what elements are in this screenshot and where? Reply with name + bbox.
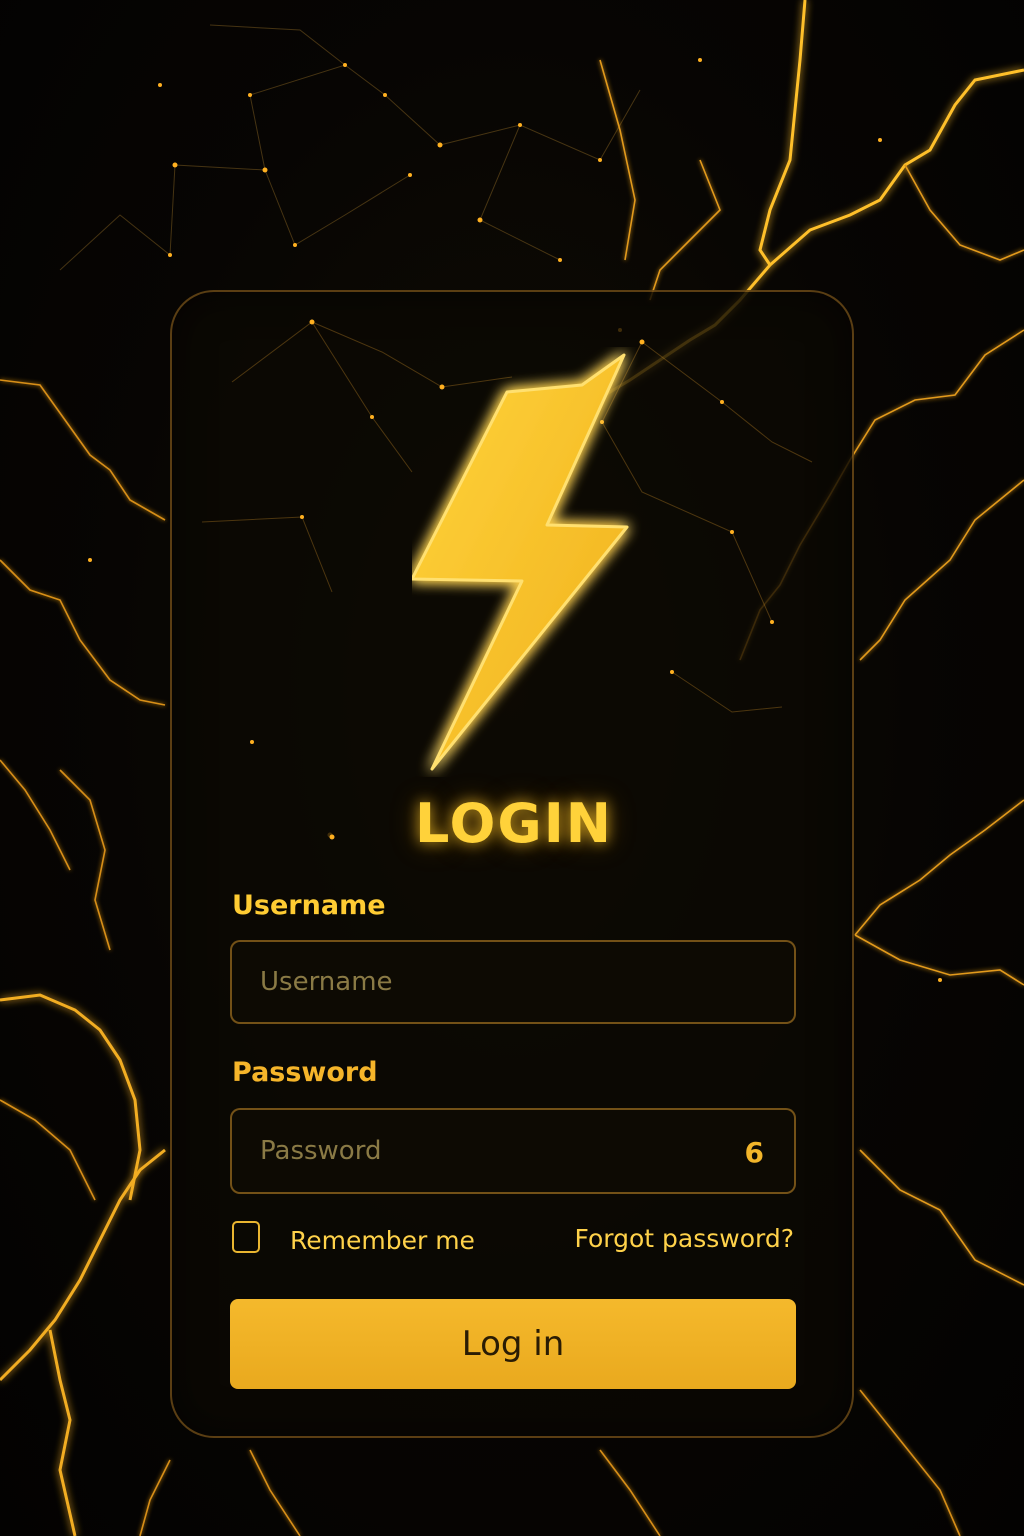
username-field[interactable]	[230, 940, 796, 1024]
remember-me-label[interactable]: Remember me	[290, 1226, 475, 1255]
username-label: Username	[232, 890, 386, 921]
login-title: LOGIN	[415, 792, 613, 855]
login-card: LOGIN Username Password 6 Remember me Fo…	[170, 290, 854, 1438]
username-input[interactable]	[232, 942, 794, 1022]
password-field[interactable]: 6	[230, 1108, 796, 1194]
login-screen: LOGIN Username Password 6 Remember me Fo…	[0, 0, 1024, 1536]
login-button[interactable]: Log in	[230, 1299, 796, 1389]
password-input[interactable]	[232, 1110, 794, 1192]
remember-me-checkbox[interactable]	[232, 1221, 260, 1253]
password-length-hint: 6	[744, 1136, 764, 1169]
lightning-bolt-icon	[412, 353, 629, 771]
password-label: Password	[232, 1057, 378, 1088]
forgot-password-link[interactable]: Forgot password?	[575, 1224, 795, 1253]
